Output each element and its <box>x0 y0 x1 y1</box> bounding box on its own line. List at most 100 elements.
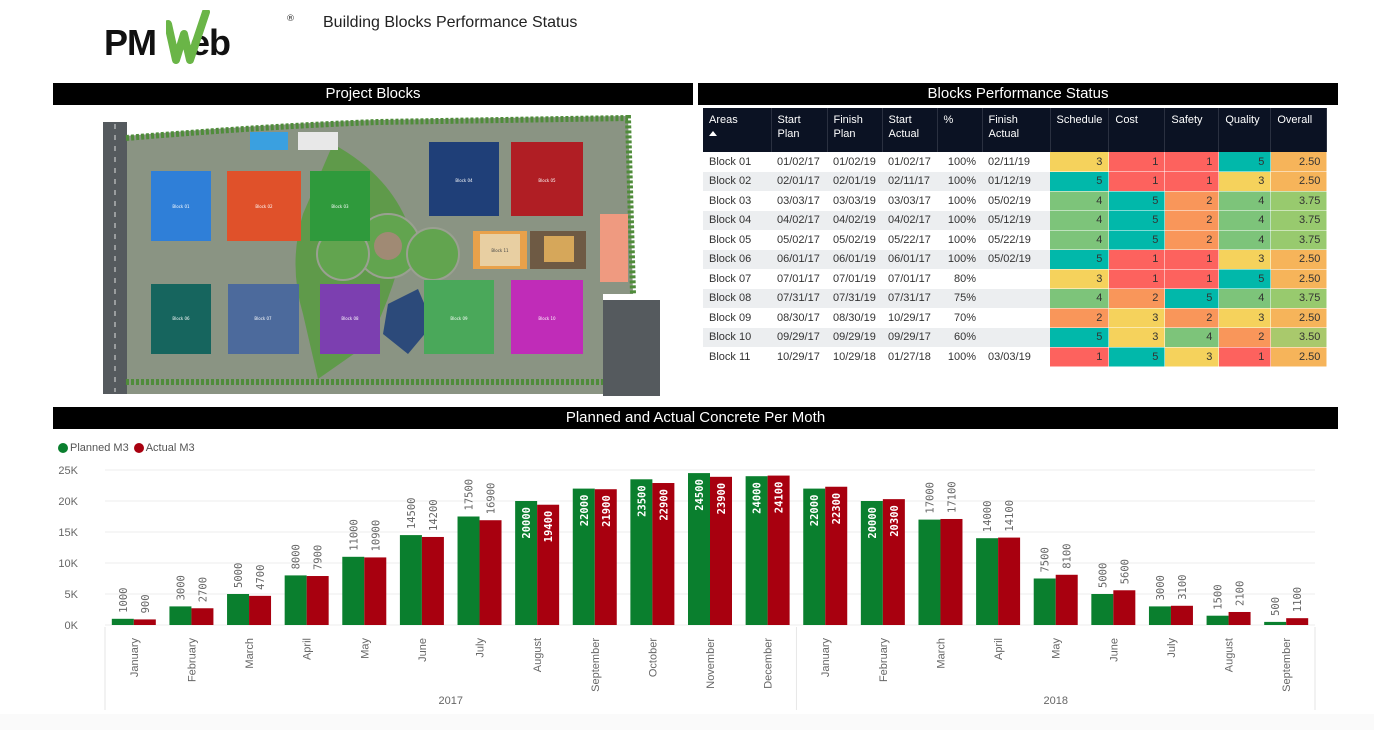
x-tick-label: August <box>1224 638 1236 672</box>
table-row[interactable]: Block 11 10/29/17 10/29/18 01/27/18 100% 03/0… <box>703 347 1328 367</box>
section-header-project-blocks: Project Blocks <box>53 83 693 105</box>
bar-actual[interactable] <box>1228 611 1251 625</box>
bar-actual[interactable] <box>1286 618 1309 625</box>
schedule-score-cell: 3 <box>1050 152 1110 172</box>
column-header-quality[interactable]: Quality <box>1218 108 1272 152</box>
bar-actual[interactable] <box>1113 590 1136 625</box>
column-header-cost[interactable]: Cost <box>1108 108 1166 152</box>
column-header-start-actual[interactable]: Start Actual <box>882 108 938 152</box>
table-row[interactable]: Block 02 02/01/17 02/01/19 02/11/17 100% 01/1… <box>703 171 1328 192</box>
schedule-score-cell: 2 <box>1050 308 1110 328</box>
x-tick-label: January <box>820 638 832 678</box>
map-block[interactable]: Block 03 <box>310 171 370 241</box>
pmweb-logo: PM eb ® <box>104 10 304 64</box>
column-header-finish-plan[interactable]: Finish Plan <box>827 108 883 152</box>
quality-score-cell: 3 <box>1218 308 1272 328</box>
table-row[interactable]: Block 10 09/29/17 09/29/19 09/29/17 60% 5 3 4 2 3… <box>703 327 1328 348</box>
x-tick-label: June <box>1108 638 1120 662</box>
bar-actual[interactable] <box>479 520 502 625</box>
bar-actual[interactable] <box>1170 605 1193 625</box>
bar-actual[interactable] <box>306 576 329 625</box>
x-tick-label: March <box>935 638 947 669</box>
data-label: 500 <box>1270 597 1282 616</box>
bar-actual[interactable] <box>421 536 444 625</box>
start-actual-cell: 04/02/17 <box>882 210 937 230</box>
table-row[interactable]: Block 07 07/01/17 07/01/19 07/01/17 80% 3 1 1 5 2… <box>703 269 1328 289</box>
map-block[interactable]: Block 10 <box>511 280 583 354</box>
bar-actual[interactable] <box>133 619 156 625</box>
bar-actual[interactable] <box>998 537 1021 625</box>
bar-planned[interactable] <box>284 575 307 625</box>
column-header-areas[interactable]: Areas <box>703 108 772 152</box>
bar-planned[interactable] <box>111 618 134 625</box>
x-tick-label: February <box>186 638 198 683</box>
bar-actual[interactable] <box>249 595 272 625</box>
map-block[interactable]: Block 11 <box>473 231 527 269</box>
bar-planned[interactable] <box>1148 606 1171 625</box>
map-block[interactable]: Block 04 <box>429 142 499 216</box>
bar-planned[interactable] <box>918 519 941 625</box>
sort-ascending-icon[interactable] <box>709 131 717 136</box>
bar-actual[interactable] <box>191 608 214 625</box>
table-row[interactable]: Block 06 06/01/17 06/01/19 06/01/17 100% 05/0… <box>703 249 1328 270</box>
data-label: 17000 <box>924 482 936 514</box>
data-label: 1100 <box>1292 587 1304 612</box>
data-label: 14000 <box>982 501 994 533</box>
map-block[interactable]: Block 07 <box>228 284 299 354</box>
overall-score-cell: 2.50 <box>1270 152 1328 172</box>
start-actual-cell: 06/01/17 <box>882 249 937 269</box>
bar-planned[interactable] <box>169 606 192 625</box>
site-plan-map[interactable]: Block 01 Block 02 Block 03 Block 04 Bloc… <box>88 114 660 396</box>
column-header-schedule[interactable]: Schedule <box>1050 108 1110 152</box>
bar-planned[interactable] <box>1206 615 1229 625</box>
table-row[interactable]: Block 01 01/02/17 01/02/19 01/02/17 100% 02/1… <box>703 152 1328 172</box>
finish-actual-cell <box>982 269 1050 289</box>
safety-score-cell: 2 <box>1164 230 1220 250</box>
finish-actual-cell: 05/22/19 <box>988 233 1031 246</box>
percent-cell: 100% <box>937 249 982 269</box>
data-label: 1000 <box>118 588 130 613</box>
data-label: 22900 <box>658 489 670 521</box>
bar-planned[interactable] <box>342 556 365 625</box>
x-tick-label: January <box>129 638 141 678</box>
percent-cell: 70% <box>953 311 976 324</box>
logo-w-mark <box>166 10 210 64</box>
map-block[interactable]: Block 06 <box>151 284 211 354</box>
table-row[interactable]: Block 04 04/02/17 04/02/19 04/02/17 100% 05/1… <box>703 210 1328 231</box>
bar-planned[interactable] <box>1033 578 1056 626</box>
table-row[interactable]: Block 03 03/03/17 03/03/19 03/03/17 100% 05/0… <box>703 191 1328 211</box>
bar-actual[interactable] <box>940 518 963 625</box>
start-actual-cell: 01/02/17 <box>888 155 931 168</box>
column-header-percent[interactable]: % <box>937 108 983 152</box>
data-label: 5000 <box>1097 563 1109 588</box>
map-block[interactable]: Block 09 <box>424 280 494 354</box>
column-header-safety[interactable]: Safety <box>1164 108 1220 152</box>
table-row[interactable]: Block 08 07/31/17 07/31/19 07/31/17 75% 4 2 5 4 3… <box>703 288 1328 309</box>
map-block[interactable]: Block 02 <box>227 171 301 241</box>
column-header-start-plan[interactable]: Start Plan <box>771 108 828 152</box>
bar-planned[interactable] <box>399 535 422 625</box>
map-block[interactable]: Block 08 <box>320 284 380 354</box>
column-header-finish-actual[interactable]: Finish Actual <box>982 108 1051 152</box>
quality-score-cell: 4 <box>1218 210 1272 231</box>
bar-planned[interactable] <box>1091 594 1114 625</box>
bar-planned[interactable] <box>227 594 250 625</box>
start-actual-cell: 10/29/17 <box>888 311 931 324</box>
bar-actual[interactable] <box>364 557 387 625</box>
finish-actual-cell: 01/12/19 <box>982 171 1050 191</box>
bar-planned[interactable] <box>976 538 999 625</box>
schedule-score-cell: 4 <box>1050 210 1110 231</box>
bar-actual[interactable] <box>1055 574 1078 625</box>
map-block[interactable]: Block 05 <box>511 142 583 216</box>
percent-cell: 100% <box>947 350 976 363</box>
bar-planned[interactable] <box>457 516 480 626</box>
cost-score-cell: 1 <box>1108 249 1166 270</box>
safety-score-cell: 5 <box>1164 288 1220 309</box>
area-cell: Block 01 <box>709 155 752 168</box>
table-row[interactable]: Block 09 08/30/17 08/30/19 10/29/17 70% 2 3 2 3 2… <box>703 308 1328 328</box>
bar-planned[interactable] <box>1264 621 1287 625</box>
column-header-overall[interactable]: Overall <box>1270 108 1328 152</box>
map-block[interactable]: Block 01 <box>151 171 211 241</box>
table-row[interactable]: Block 05 05/02/17 05/02/19 05/22/17 100% 05/2… <box>703 230 1328 250</box>
safety-score-cell: 4 <box>1164 327 1220 348</box>
